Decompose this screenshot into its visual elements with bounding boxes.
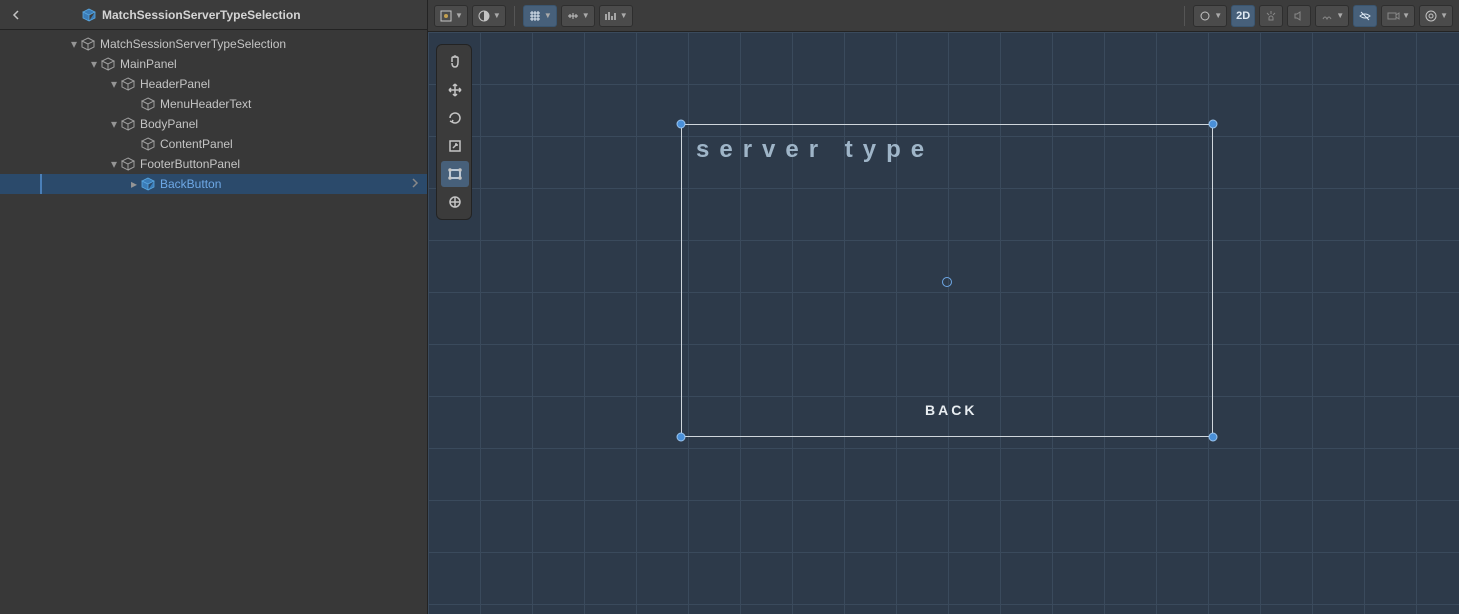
tree-item-footerbuttonpanel[interactable]: ▾ FooterButtonPanel (0, 154, 427, 174)
grid-snap-button[interactable]: ▼ (523, 5, 557, 27)
dropdown-arrow-icon: ▼ (455, 11, 463, 20)
expand-arrow-icon (128, 137, 140, 151)
rect-tool[interactable] (441, 161, 469, 187)
transform-tool[interactable] (441, 189, 469, 215)
tree-item-mainpanel[interactable]: ▾ MainPanel (0, 54, 427, 74)
dropdown-arrow-icon: ▼ (1440, 11, 1448, 20)
dropdown-arrow-icon: ▼ (1336, 11, 1344, 20)
expand-arrow-icon[interactable]: ▾ (108, 117, 120, 131)
dropdown-arrow-icon: ▼ (544, 11, 552, 20)
tree-item-label: MatchSessionServerTypeSelection (100, 37, 286, 51)
camera-button[interactable]: ▼ (1381, 5, 1415, 27)
transform-tools-panel (436, 44, 472, 220)
visibility-button[interactable] (1353, 5, 1377, 27)
draw-mode-button[interactable]: ▼ (434, 5, 468, 27)
tree-item-label: FooterButtonPanel (140, 157, 240, 171)
gizmos-button[interactable]: ▼ (1419, 5, 1453, 27)
expand-arrow-icon[interactable]: ▾ (68, 37, 80, 51)
selection-handle-bl[interactable] (677, 433, 686, 442)
gameobject-cube-icon (140, 97, 156, 111)
gameobject-cube-icon (100, 57, 116, 71)
tree-item-headerpanel[interactable]: ▾ HeaderPanel (0, 74, 427, 94)
back-button-label: BACK (925, 402, 977, 418)
gameobject-cube-icon (120, 117, 136, 131)
scene-toolbar: ▼ ▼ ▼ ▼ ▼ ▼ 2D (428, 0, 1459, 32)
scene-camera-button[interactable]: ▼ (1193, 5, 1227, 27)
selection-handle-tl[interactable] (677, 120, 686, 129)
hierarchy-tree: ▾ MatchSessionServerTypeSelection ▾ Main… (0, 30, 427, 614)
2d-mode-button[interactable]: 2D (1231, 5, 1255, 27)
tree-item-contentpanel[interactable]: ContentPanel (0, 134, 427, 154)
prefab-cube-icon (140, 177, 156, 191)
selection-handle-br[interactable] (1209, 433, 1218, 442)
toolbar-separator (1184, 6, 1185, 26)
tree-item-label: HeaderPanel (140, 77, 210, 91)
expand-arrow-icon (128, 97, 140, 111)
effects-button[interactable]: ▼ (1315, 5, 1349, 27)
tree-item-root[interactable]: ▾ MatchSessionServerTypeSelection (0, 34, 427, 54)
hierarchy-title: MatchSessionServerTypeSelection (102, 8, 301, 22)
hierarchy-back-icon[interactable] (8, 10, 26, 20)
hierarchy-panel: MatchSessionServerTypeSelection ▾ MatchS… (0, 0, 428, 614)
dropdown-arrow-icon: ▼ (1214, 11, 1222, 20)
gameobject-cube-icon (120, 157, 136, 171)
tree-item-label: ContentPanel (160, 137, 233, 151)
tree-item-backbutton[interactable]: ▸ BackButton (0, 174, 427, 194)
lighting-button[interactable] (1259, 5, 1283, 27)
tree-item-label: MainPanel (120, 57, 177, 71)
audio-button[interactable] (1287, 5, 1311, 27)
hand-tool[interactable] (441, 49, 469, 75)
dropdown-arrow-icon: ▼ (582, 11, 590, 20)
tree-item-label: MenuHeaderText (160, 97, 251, 111)
gameobject-cube-icon (120, 77, 136, 91)
2d-mode-label: 2D (1236, 10, 1250, 22)
expand-arrow-icon[interactable]: ▸ (128, 177, 140, 191)
scene-panel: ▼ ▼ ▼ ▼ ▼ ▼ 2D (428, 0, 1459, 614)
shading-mode-button[interactable]: ▼ (472, 5, 506, 27)
chevron-right-icon[interactable] (411, 177, 419, 191)
prefab-cube-icon (82, 8, 96, 22)
rotate-tool[interactable] (441, 105, 469, 131)
tree-item-label: BackButton (160, 177, 221, 191)
scale-tool[interactable] (441, 133, 469, 159)
move-tool[interactable] (441, 77, 469, 103)
expand-arrow-icon[interactable]: ▾ (88, 57, 100, 71)
snap-increment-button[interactable]: ▼ (561, 5, 595, 27)
selection-pivot-icon[interactable] (942, 277, 952, 287)
dropdown-arrow-icon: ▼ (493, 11, 501, 20)
gameobject-cube-icon (80, 37, 96, 51)
selection-handle-tr[interactable] (1209, 120, 1218, 129)
dropdown-arrow-icon: ▼ (620, 11, 628, 20)
dropdown-arrow-icon: ▼ (1402, 11, 1410, 20)
tree-item-bodypanel[interactable]: ▾ BodyPanel (0, 114, 427, 134)
snap-settings-button[interactable]: ▼ (599, 5, 633, 27)
hierarchy-header: MatchSessionServerTypeSelection (0, 0, 427, 30)
toolbar-separator (514, 6, 515, 26)
tree-item-label: BodyPanel (140, 117, 198, 131)
expand-arrow-icon[interactable]: ▾ (108, 157, 120, 171)
scene-viewport[interactable]: server type BACK (428, 32, 1459, 614)
tree-item-menuheadertext[interactable]: MenuHeaderText (0, 94, 427, 114)
menu-header-text: server type (696, 136, 934, 164)
gameobject-cube-icon (140, 137, 156, 151)
expand-arrow-icon[interactable]: ▾ (108, 77, 120, 91)
